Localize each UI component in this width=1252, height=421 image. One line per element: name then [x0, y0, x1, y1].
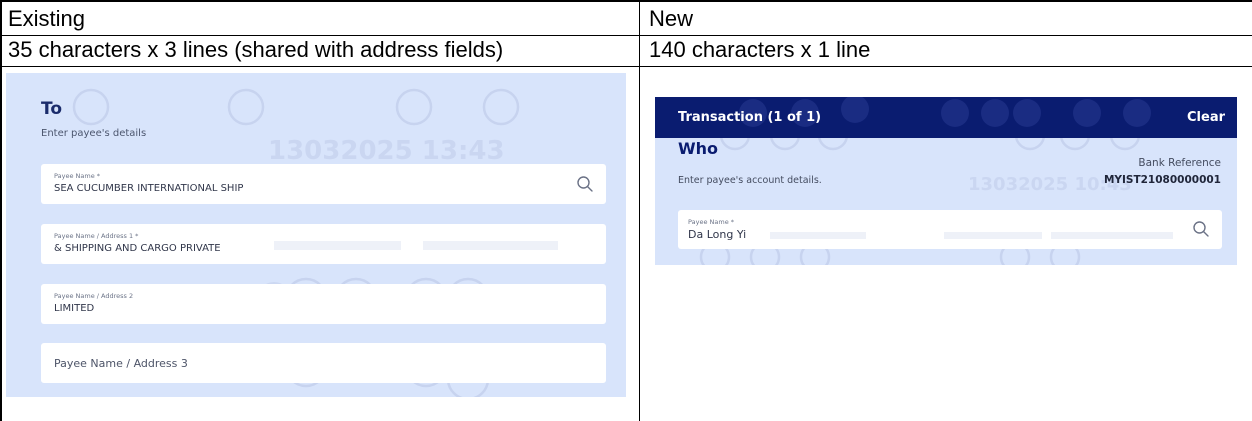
existing-description: 35 characters x 3 lines (shared with add…	[8, 37, 504, 62]
payee-name-value: Da Long Yi	[688, 228, 747, 241]
table-row-divider	[1, 66, 1252, 67]
bank-reference-value: MYIST21080000001	[1103, 174, 1221, 186]
column-header-new: New	[649, 6, 694, 31]
payee-address-2-field[interactable]: Payee Name / Address 2 LIMITED	[41, 284, 606, 324]
redaction-bar	[423, 241, 558, 250]
search-icon[interactable]	[1192, 220, 1210, 238]
redaction-bar	[770, 232, 866, 239]
payee-name-label: Payee Name *	[54, 172, 101, 180]
clear-button[interactable]: Clear	[1187, 110, 1225, 125]
payee-address-1-label: Payee Name / Address 1 *	[54, 232, 139, 240]
section-subtitle: Enter payee's details	[41, 128, 147, 139]
payee-address-2-value: LIMITED	[54, 303, 95, 314]
payee-name-field[interactable]: Payee Name * SEA CUCUMBER INTERNATIONAL …	[41, 164, 606, 204]
new-description: 140 characters x 1 line	[649, 37, 871, 62]
table-border-top	[1, 1, 1252, 2]
payee-name-value: SEA CUCUMBER INTERNATIONAL SHIP	[54, 183, 244, 194]
redaction-bar	[944, 232, 1042, 239]
section-subtitle: Enter payee's account details.	[678, 175, 822, 186]
transaction-title: Transaction (1 of 1)	[678, 110, 822, 125]
bank-reference-label: Bank Reference	[1138, 157, 1221, 169]
payee-address-2-label: Payee Name / Address 2	[54, 292, 134, 300]
table-border-left	[1, 1, 2, 421]
existing-payee-panel: 13032025 13:43 To Enter payee's details …	[6, 73, 626, 397]
redaction-bar	[274, 241, 401, 250]
payee-name-field[interactable]: Payee Name * Da Long Yi	[678, 210, 1222, 249]
section-title-to: To	[41, 99, 63, 119]
table-column-divider	[639, 1, 640, 421]
section-title-who: Who	[678, 139, 719, 158]
column-header-existing: Existing	[8, 6, 86, 31]
watermark-timestamp: 13032025 13:43	[268, 136, 505, 166]
payee-address-1-field[interactable]: Payee Name / Address 1 * & SHIPPING AND …	[41, 224, 606, 264]
search-icon[interactable]	[576, 175, 594, 193]
new-payee-panel: 13032025 10:43 Transaction (1 of 1) Clea…	[655, 97, 1237, 265]
redaction-bar	[1051, 232, 1173, 239]
transaction-header: Transaction (1 of 1) Clear	[655, 97, 1237, 138]
payee-name-label: Payee Name *	[688, 218, 735, 226]
payee-address-3-placeholder: Payee Name / Address 3	[54, 357, 188, 370]
payee-address-3-field[interactable]: Payee Name / Address 3	[41, 343, 606, 383]
payee-address-1-value: & SHIPPING AND CARGO PRIVATE	[54, 243, 221, 254]
